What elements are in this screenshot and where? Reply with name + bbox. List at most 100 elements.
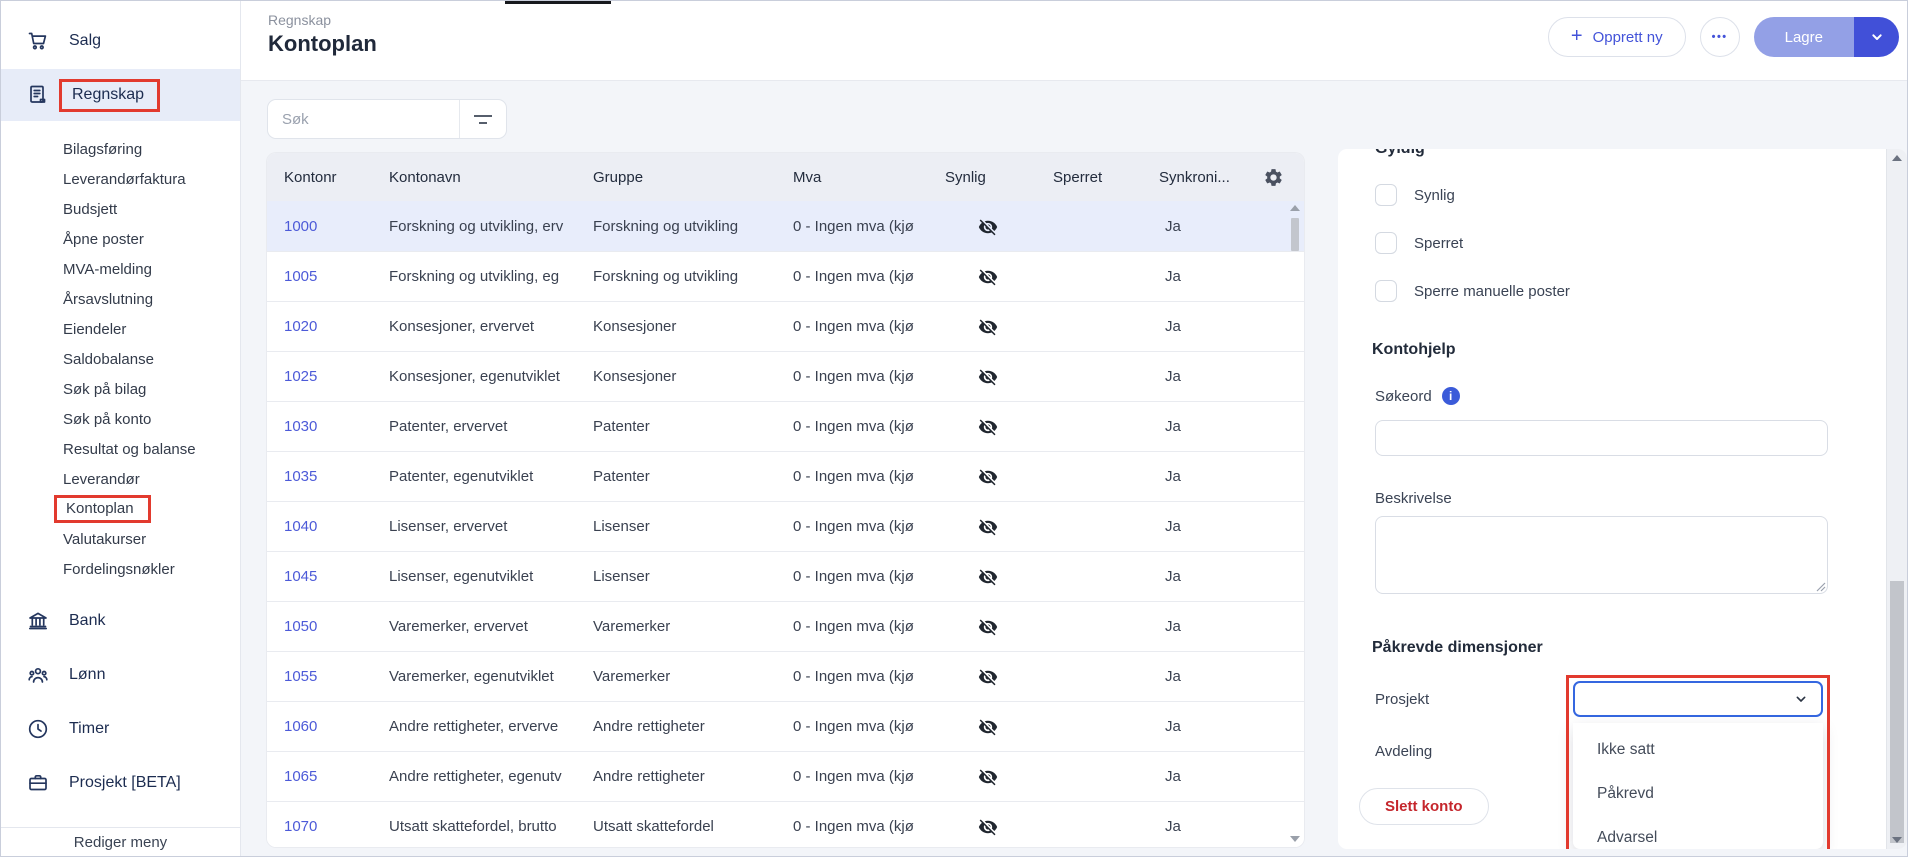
- sidebar-item-fordelingsn-kler[interactable]: Fordelingsnøkler: [63, 554, 240, 584]
- gruppe-cell: Forskning og utvikling: [593, 268, 793, 285]
- column-header-kontonavn[interactable]: Kontonavn: [389, 169, 593, 186]
- checkbox[interactable]: [1375, 184, 1397, 206]
- kontonr-link[interactable]: 1025: [284, 368, 389, 385]
- kontonr-link[interactable]: 1070: [284, 818, 389, 835]
- table-row[interactable]: 1040Lisenser, ervervetLisenser0 - Ingen …: [267, 501, 1304, 551]
- table-settings-button[interactable]: [1263, 167, 1284, 188]
- checkbox-row-synlig[interactable]: Synlig: [1375, 184, 1570, 206]
- table-row[interactable]: 1025Konsesjoner, egenutvikletKonsesjoner…: [267, 351, 1304, 401]
- sidebar-item-mva-melding[interactable]: MVA-melding: [63, 254, 240, 284]
- gyldig-heading: Gyldig: [1375, 149, 1425, 158]
- create-new-button[interactable]: + Opprett ny: [1548, 17, 1686, 57]
- search-input[interactable]: [268, 100, 459, 138]
- checkbox[interactable]: [1375, 280, 1397, 302]
- sidebar-item-rsavslutning[interactable]: Årsavslutning: [63, 284, 240, 314]
- sidebar-item-label regnskap-annotation-box: Regnskap: [59, 79, 160, 112]
- table-row[interactable]: 1000Forskning og utvikling, ervForskning…: [267, 201, 1304, 251]
- kontonr-link[interactable]: 1030: [284, 418, 389, 435]
- sidebar-item-s-k-p-konto[interactable]: Søk på konto: [63, 404, 240, 434]
- column-header-synlig[interactable]: Synlig: [945, 169, 1053, 186]
- checkbox-row-sperret[interactable]: Sperret: [1375, 232, 1570, 254]
- save-button[interactable]: Lagre: [1754, 17, 1854, 57]
- scroll-up-arrow[interactable]: [1290, 205, 1300, 211]
- column-header-mva[interactable]: Mva: [793, 169, 945, 186]
- table-row[interactable]: 1055Varemerker, egenutvikletVaremerker0 …: [267, 651, 1304, 701]
- sidebar-item-timer[interactable]: Timer: [1, 702, 240, 756]
- sidebar-item-bilagsf-ring[interactable]: Bilagsføring: [63, 134, 240, 164]
- sidebar-item-resultat-og-balanse[interactable]: Resultat og balanse: [63, 434, 240, 464]
- sidebar-item-saldobalanse[interactable]: Saldobalanse: [63, 344, 240, 374]
- info-icon[interactable]: i: [1442, 387, 1460, 405]
- sidebar-item-leverand-rfaktura[interactable]: Leverandørfaktura: [63, 164, 240, 194]
- checkbox[interactable]: [1375, 232, 1397, 254]
- sidebar-item-label: Lønn: [69, 666, 105, 684]
- mva-cell: 0 - Ingen mva (kjø: [793, 518, 945, 535]
- filter-button[interactable]: [459, 100, 506, 138]
- breadcrumb[interactable]: Regnskap: [268, 12, 331, 28]
- sidebar-item-valutakurser[interactable]: Valutakurser: [63, 524, 240, 554]
- kontonr-link[interactable]: 1035: [284, 468, 389, 485]
- sidebar-item-regnskap[interactable]: Regnskap: [1, 69, 240, 121]
- dropdown-option-p-krevd[interactable]: Påkrevd: [1573, 772, 1823, 816]
- sidebar-item-salg[interactable]: Salg: [1, 13, 240, 69]
- kontonr-link[interactable]: 1020: [284, 318, 389, 335]
- kontonr-link[interactable]: 1005: [284, 268, 389, 285]
- sidebar-item-label: Årsavslutning: [63, 291, 153, 308]
- sidebar-item-pne-poster[interactable]: Åpne poster: [63, 224, 240, 254]
- table-row[interactable]: 1030Patenter, ervervetPatenter0 - Ingen …: [267, 401, 1304, 451]
- table-row[interactable]: 1035Patenter, egenutvikletPatenter0 - In…: [267, 451, 1304, 501]
- prosjekt-select[interactable]: [1573, 681, 1823, 717]
- scroll-up-arrow[interactable]: [1892, 155, 1902, 161]
- kontonr-link[interactable]: 1060: [284, 718, 389, 735]
- table-scrollbar-thumb[interactable]: [1291, 218, 1299, 251]
- column-header-sperret[interactable]: Sperret: [1053, 169, 1159, 186]
- sidebar-item-eiendeler[interactable]: Eiendeler: [63, 314, 240, 344]
- table-scrollbar[interactable]: [1289, 205, 1301, 842]
- main-content: Kontonr Kontonavn Gruppe Mva Synlig Sper…: [241, 81, 1907, 856]
- kontonr-link[interactable]: 1065: [284, 768, 389, 785]
- kontonavn-cell: Konsesjoner, egenutviklet: [389, 368, 593, 385]
- table-row[interactable]: 1050Varemerker, ervervetVaremerker0 - In…: [267, 601, 1304, 651]
- sidebar-item-s-k-p-bilag[interactable]: Søk på bilag: [63, 374, 240, 404]
- kontonr-link[interactable]: 1045: [284, 568, 389, 585]
- table-row[interactable]: 1060Andre rettigheter, erverveAndre rett…: [267, 701, 1304, 751]
- dropdown-option-ikke-satt[interactable]: Ikke satt: [1573, 728, 1823, 772]
- sidebar-item-lonn[interactable]: Lønn: [1, 648, 240, 702]
- delete-account-button[interactable]: Slett konto: [1359, 788, 1489, 825]
- table-row[interactable]: 1065Andre rettigheter, egenutvAndre rett…: [267, 751, 1304, 801]
- more-actions-button[interactable]: •••: [1700, 17, 1740, 57]
- table-row[interactable]: 1045Lisenser, egenutvikletLisenser0 - In…: [267, 551, 1304, 601]
- sidebar-item-kontoplan[interactable]: Kontoplan: [63, 494, 240, 524]
- sidebar-item-bank[interactable]: Bank: [1, 594, 240, 648]
- sidebar-item-prosjekt[interactable]: Prosjekt [BETA]: [1, 756, 240, 810]
- kontonr-link[interactable]: 1000: [284, 218, 389, 235]
- scroll-down-arrow[interactable]: [1892, 837, 1902, 843]
- edit-menu-button[interactable]: Rediger meny: [1, 827, 240, 856]
- visibility-off-icon: [978, 317, 998, 337]
- table-row[interactable]: 1070Utsatt skattefordel, bruttoUtsatt sk…: [267, 801, 1304, 847]
- gruppe-cell: Utsatt skattefordel: [593, 818, 793, 835]
- table-row[interactable]: 1005Forskning og utvikling, egForskning …: [267, 251, 1304, 301]
- kontonr-link[interactable]: 1055: [284, 668, 389, 685]
- visibility-off-icon: [978, 767, 998, 787]
- sidebar-item-label: Valutakurser: [63, 531, 146, 548]
- panel-scrollbar-thumb[interactable]: [1890, 581, 1904, 843]
- checkbox-row-sperre-manuelle-poster[interactable]: Sperre manuelle poster: [1375, 280, 1570, 302]
- dropdown-option-advarsel[interactable]: Advarsel: [1573, 816, 1823, 849]
- kontonr-link[interactable]: 1050: [284, 618, 389, 635]
- sidebar-item-leverand-r[interactable]: Leverandør: [63, 464, 240, 494]
- kontonr-link[interactable]: 1040: [284, 518, 389, 535]
- panel-scrollbar[interactable]: [1886, 149, 1907, 849]
- save-dropdown-button[interactable]: [1854, 17, 1899, 57]
- dimensions-heading: Påkrevde dimensjoner: [1372, 639, 1543, 657]
- sidebar-item-label: Søk på bilag: [63, 381, 146, 398]
- scroll-down-arrow[interactable]: [1290, 836, 1300, 842]
- column-header-gruppe[interactable]: Gruppe: [593, 169, 793, 186]
- sidebar-item-budsjett[interactable]: Budsjett: [63, 194, 240, 224]
- table-row[interactable]: 1020Konsesjoner, ervervetKonsesjoner0 - …: [267, 301, 1304, 351]
- visibility-off-icon: [978, 467, 998, 487]
- column-header-synkronisert[interactable]: Synkroni...: [1159, 169, 1259, 186]
- beskrivelse-textarea[interactable]: [1375, 516, 1828, 594]
- column-header-kontonr[interactable]: Kontonr: [284, 169, 389, 186]
- sokeord-input[interactable]: [1375, 420, 1828, 456]
